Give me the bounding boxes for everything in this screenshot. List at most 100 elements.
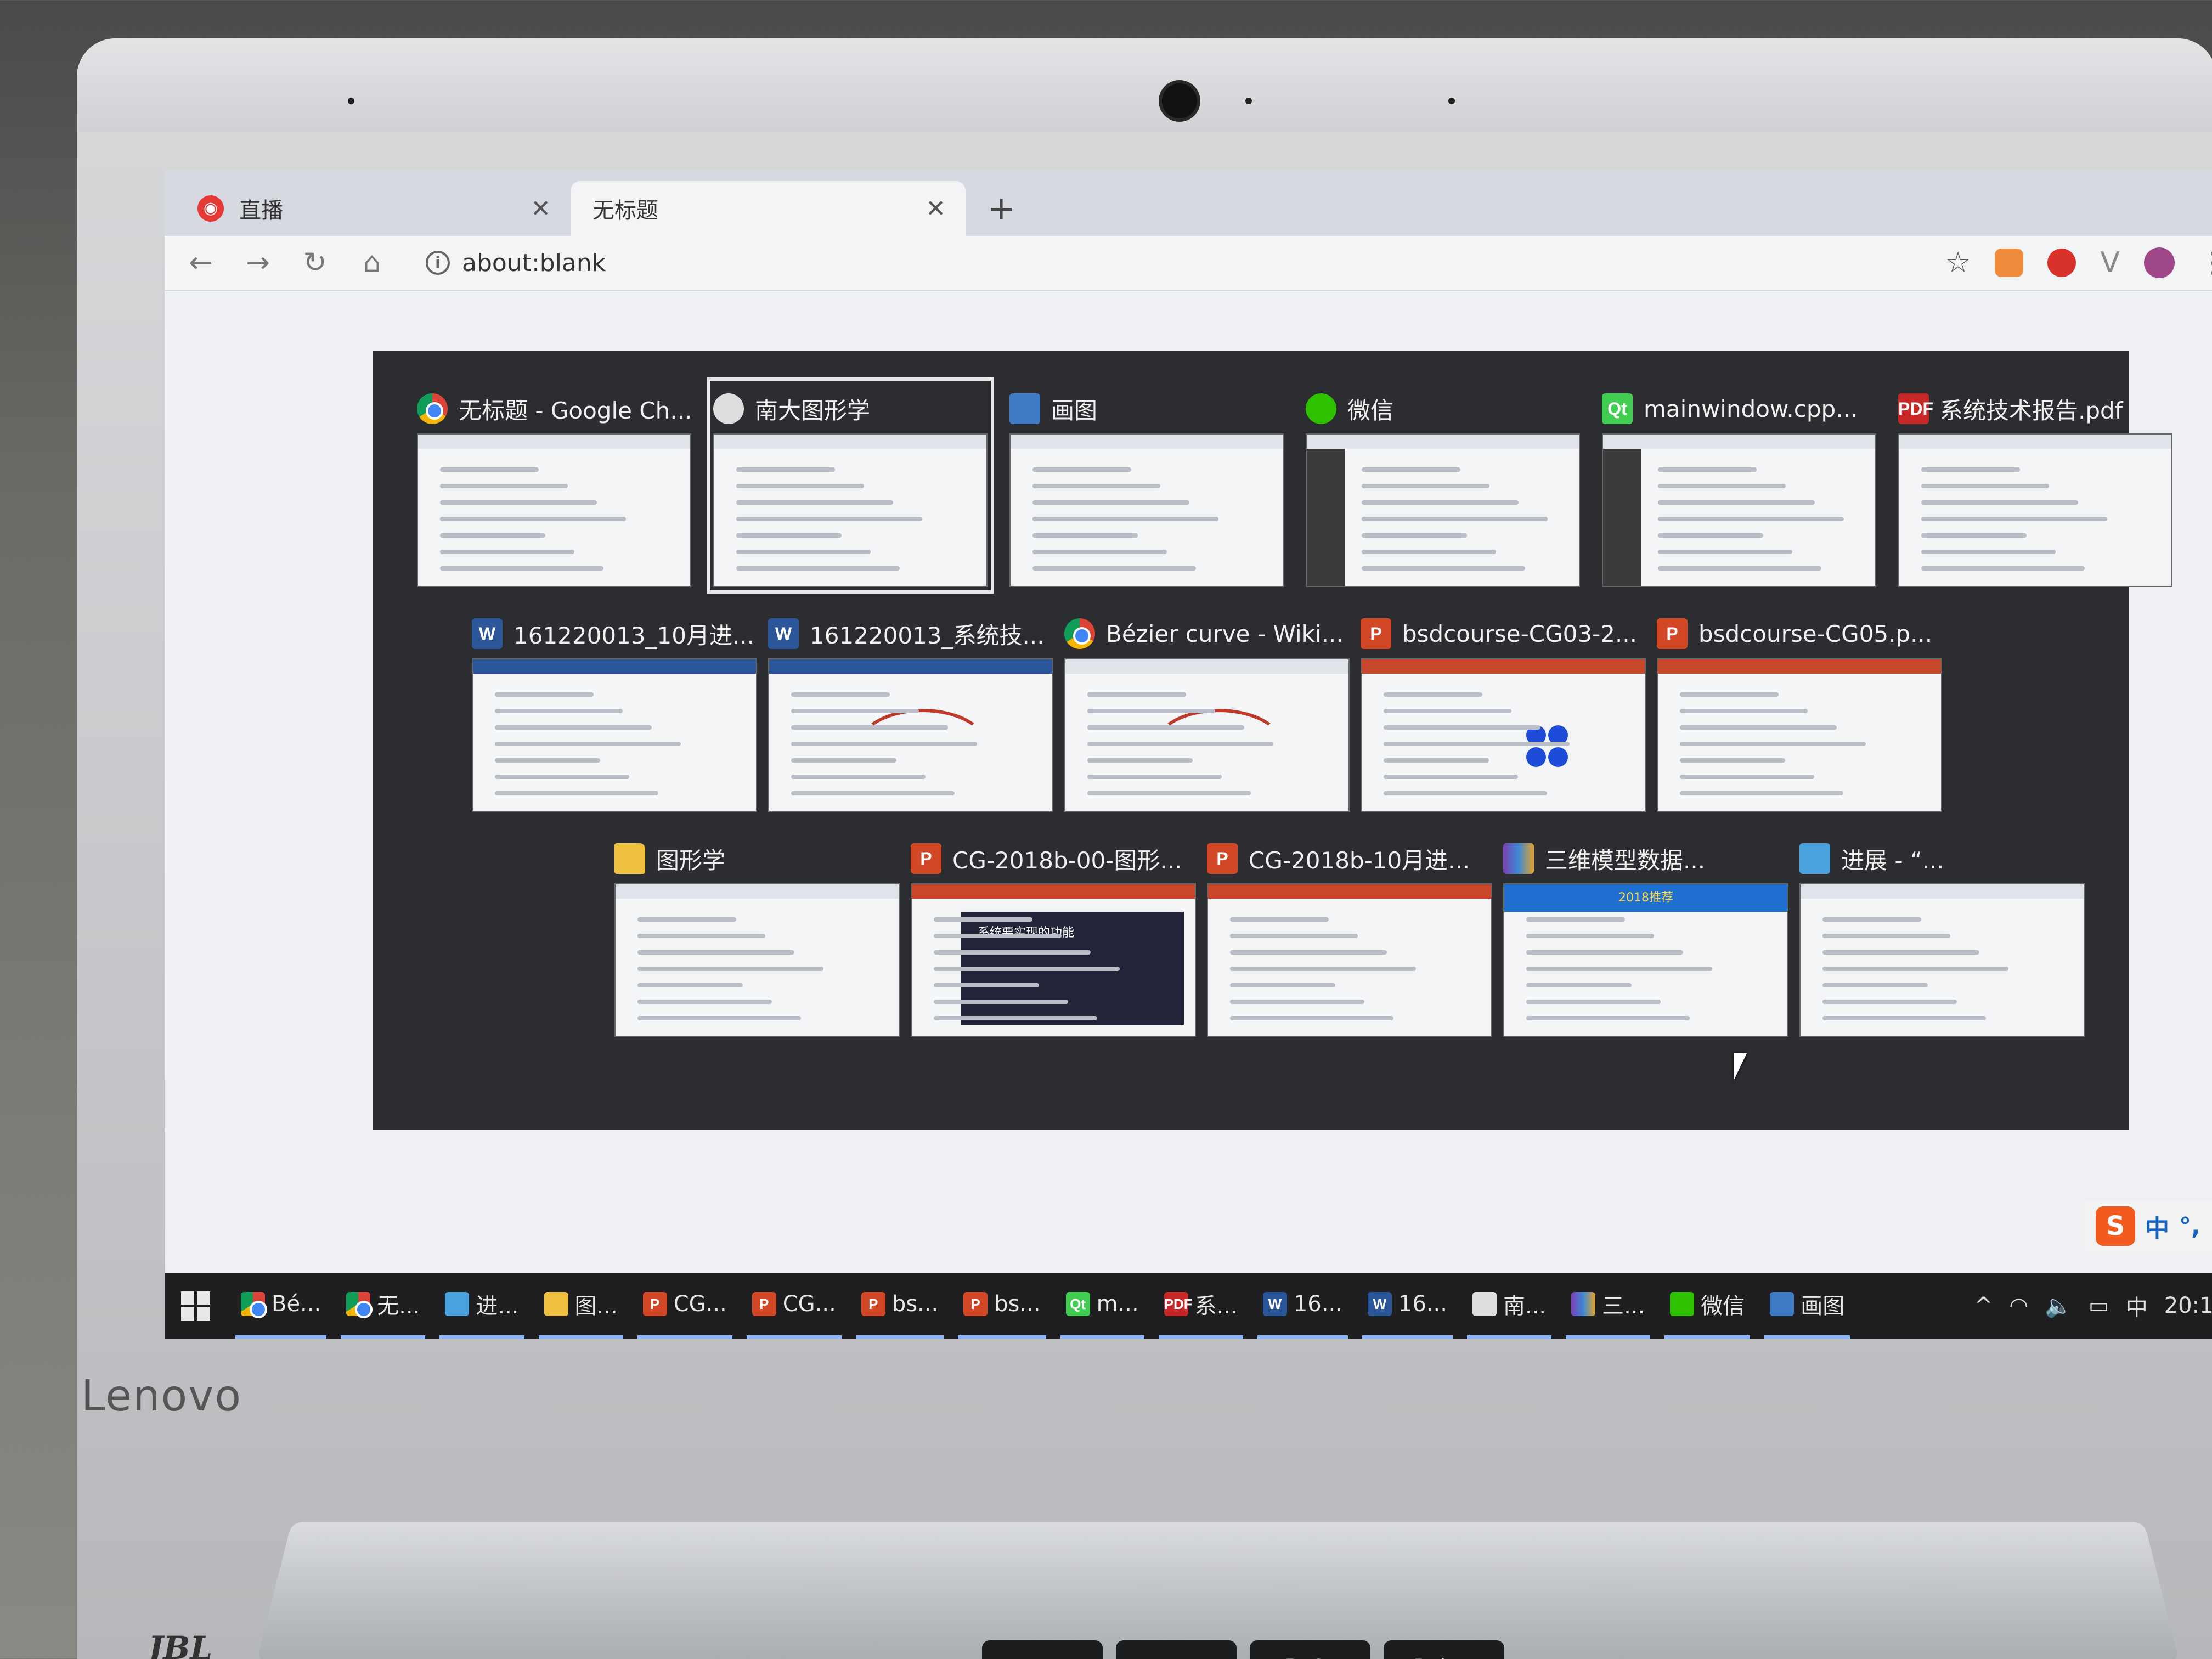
taskbar-item[interactable]: Pbs... xyxy=(958,1273,1046,1339)
ime-punct[interactable]: °, xyxy=(2179,1212,2200,1240)
switcher-window-thumb[interactable]: W 161220013_10月进... xyxy=(472,609,757,812)
network-icon[interactable]: ◠ xyxy=(2009,1293,2028,1318)
brightness-down-key[interactable]: ☼− xyxy=(982,1640,1103,1659)
adblock-icon[interactable] xyxy=(2047,249,2076,277)
taskbar-item[interactable]: W 16... xyxy=(1257,1273,1348,1339)
taskbar-item[interactable]: P CG... xyxy=(637,1273,732,1339)
switcher-window-thumb[interactable]: 进展 - “... xyxy=(1799,834,2085,1037)
folder-icon xyxy=(544,1292,568,1316)
back-icon[interactable]: ← xyxy=(187,246,215,279)
info-icon[interactable]: i xyxy=(426,251,450,275)
menu-icon[interactable]: ⋮ xyxy=(2199,246,2212,279)
new-tab-button[interactable]: + xyxy=(966,181,1037,236)
taskbar-item[interactable]: 南... xyxy=(1466,1273,1552,1339)
tray-ime[interactable]: 中 xyxy=(2126,1290,2148,1322)
sogou-icon[interactable]: S xyxy=(2096,1206,2135,1246)
taskbar-item[interactable]: 进... xyxy=(439,1273,524,1339)
switcher-window-thumb[interactable]: Bézier curve - Wiki... xyxy=(1064,609,1350,812)
thumb-title-text: 进展 - “... xyxy=(1841,847,1944,874)
taskbar-item-label: 无... xyxy=(377,1294,420,1319)
thumb-preview xyxy=(1009,433,1284,587)
tab-untitled[interactable]: 无标题 ✕ xyxy=(571,181,966,236)
taskbar-item[interactable]: 图... xyxy=(538,1273,623,1339)
reload-icon[interactable]: ↻ xyxy=(301,246,329,279)
tab-label: 无标题 xyxy=(592,198,658,223)
taskbar-item[interactable]: 画图 xyxy=(1764,1273,1850,1339)
taskbar-item[interactable]: W 16... xyxy=(1362,1273,1453,1339)
live-icon: ◉ xyxy=(198,195,224,222)
taskbar-item[interactable]: 三... xyxy=(1566,1273,1651,1339)
taskbar-item[interactable]: Qt m... xyxy=(1060,1273,1144,1339)
pdf-icon: PDF xyxy=(1898,393,1933,424)
address-bar[interactable]: i about:blank xyxy=(426,249,606,277)
brightness-up-key[interactable]: ☼+ xyxy=(1116,1640,1237,1659)
nanda-icon xyxy=(713,393,744,424)
taskbar-item[interactable]: PDF 系... xyxy=(1158,1273,1243,1339)
word-icon: W xyxy=(1262,1292,1287,1316)
ppt-icon: P xyxy=(911,843,941,874)
taskbar-item[interactable]: Pbs... xyxy=(855,1273,944,1339)
ppt-icon: P xyxy=(861,1292,885,1316)
home-icon[interactable]: ⌂ xyxy=(358,246,386,279)
thumb-title: W 161220013_10月进... xyxy=(472,609,757,658)
qt-icon: Qt xyxy=(1065,1292,1090,1316)
thumb-title: 无标题 - Google Ch... xyxy=(417,384,691,433)
browser-toolbar: ← → ↻ ⌂ i about:blank ☆ V ⋮ xyxy=(165,236,2212,291)
switcher-window-thumb[interactable]: 三维模型数据... 2018推荐 xyxy=(1503,834,1788,1037)
prtsc-key[interactable]: PrtSc xyxy=(1250,1640,1370,1659)
switcher-window-thumb[interactable]: PDF 系统技术报告.pdf -... xyxy=(1898,384,2172,587)
screen-bezel xyxy=(77,38,2212,132)
ppt-icon: P xyxy=(1657,618,1688,649)
close-tab-icon[interactable]: ✕ xyxy=(531,195,551,223)
taskbar-item[interactable]: P CG... xyxy=(746,1273,842,1339)
switcher-window-thumb[interactable]: 画图 xyxy=(1009,384,1284,587)
start-button[interactable] xyxy=(181,1291,210,1321)
volume-icon[interactable]: 🔈 xyxy=(2045,1293,2072,1319)
thumb-title-text: CG-2018b-00-图形... xyxy=(952,847,1182,874)
chevron-up-icon[interactable]: ^ xyxy=(1974,1293,1993,1318)
speaker-logo: JBL xyxy=(148,1629,213,1659)
thumb-title-text: Bézier curve - Wiki... xyxy=(1106,620,1344,647)
ppt-icon: P xyxy=(1361,618,1391,649)
delete-key[interactable]: Delete xyxy=(1384,1640,1504,1659)
word-icon: W xyxy=(472,618,503,649)
cube-icon xyxy=(1799,843,1830,874)
switcher-window-thumb[interactable]: Pbsdcourse-CG05.p... xyxy=(1657,609,1942,812)
taskbar-item-label: CG... xyxy=(673,1291,727,1317)
thumb-title-text: bsdcourse-CG03-2... xyxy=(1402,620,1637,647)
extension-icon[interactable] xyxy=(1995,249,2024,277)
taskbar-item[interactable]: Bé... xyxy=(235,1273,327,1339)
thumb-title-text: 无标题 - Google Ch... xyxy=(459,397,691,424)
taskbar-item-label: bs... xyxy=(891,1291,939,1317)
thumb-preview xyxy=(417,433,691,587)
profile-avatar[interactable] xyxy=(2144,247,2175,278)
system-tray: ^ ◠ 🔈 ▭ 中 20:18 xyxy=(1974,1290,2212,1322)
vpn-extension-icon[interactable]: V xyxy=(2100,246,2120,279)
switcher-window-thumb[interactable]: Pbsdcourse-CG03-2... xyxy=(1361,609,1646,812)
thumb-preview xyxy=(1898,433,2172,587)
ime-mode[interactable]: 中 xyxy=(2145,1209,2169,1244)
taskbar-item[interactable]: 微信 xyxy=(1664,1273,1751,1339)
forward-icon[interactable]: → xyxy=(244,246,272,279)
switcher-window-thumb[interactable]: Qt mainwindow.cpp... xyxy=(1602,384,1876,587)
thumb-title: Pbsdcourse-CG03-2... xyxy=(1361,609,1646,658)
switcher-window-thumb[interactable]: 无标题 - Google Ch... xyxy=(417,384,691,587)
switcher-window-thumb[interactable]: P CG-2018b-10月进... xyxy=(1207,834,1492,1037)
bookmark-star-icon[interactable]: ☆ xyxy=(1945,246,1971,279)
switcher-window-thumb[interactable]: 南大图形学 xyxy=(707,377,994,594)
battery-icon[interactable]: ▭ xyxy=(2089,1293,2109,1318)
switcher-window-thumb[interactable]: 微信 xyxy=(1306,384,1580,587)
tray-clock[interactable]: 20:18 xyxy=(2164,1293,2212,1318)
switcher-window-thumb[interactable]: P CG-2018b-00-图形... 系统要实现的功能 xyxy=(911,834,1196,1037)
close-tab-icon[interactable]: ✕ xyxy=(926,195,946,223)
taskbar-item[interactable]: 无... xyxy=(341,1273,426,1339)
paint-icon xyxy=(1009,393,1040,424)
switcher-window-thumb[interactable]: 图形学 xyxy=(614,834,900,1037)
ime-toolbar[interactable]: S 中 °, xyxy=(2085,1201,2212,1251)
thumb-title-text: 微信 xyxy=(1347,397,1394,424)
laptop-chassis: ◉ 直播 ✕ 无标题 ✕ + ← → ↻ ⌂ i about:blank ☆ V… xyxy=(77,38,2212,1659)
tab-live[interactable]: ◉ 直播 ✕ xyxy=(176,181,571,236)
taskbar-item-label: 16... xyxy=(1293,1291,1342,1317)
thumb-title-text: 画图 xyxy=(1051,397,1098,424)
switcher-window-thumb[interactable]: W 161220013_系统技... xyxy=(768,609,1053,812)
